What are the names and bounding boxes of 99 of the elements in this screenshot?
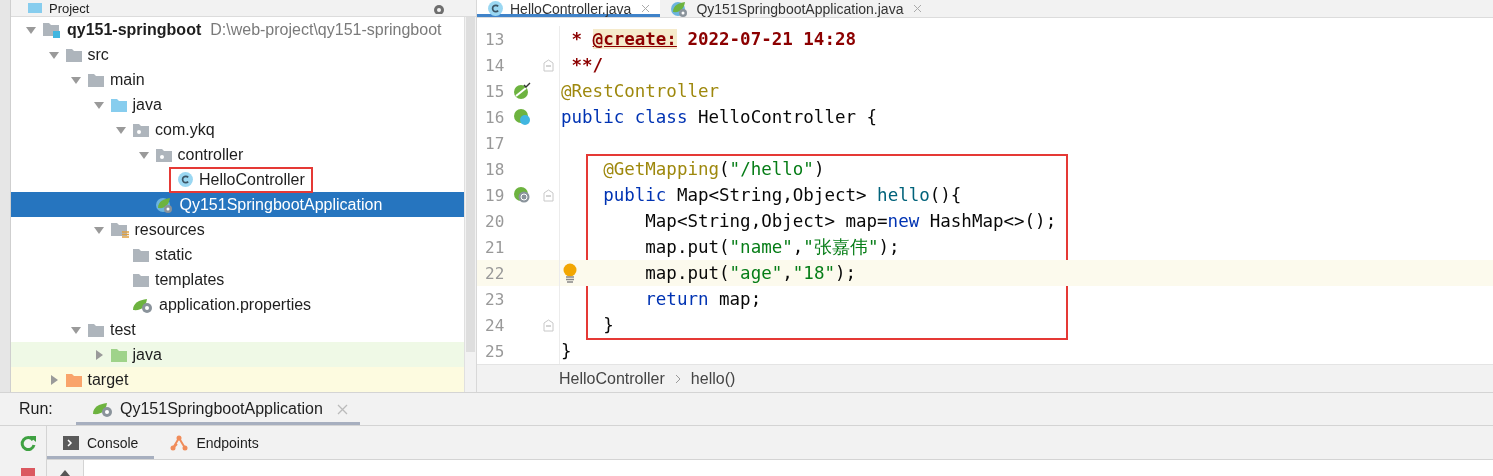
tree-label: resources <box>134 220 205 239</box>
folder-icon <box>87 71 105 88</box>
lightbulb-icon[interactable] <box>563 263 577 283</box>
fold-icon[interactable] <box>542 58 554 72</box>
globe-icon[interactable] <box>513 186 531 204</box>
tree-row[interactable]: static <box>11 242 464 267</box>
tree-label: qy151-springboot <box>67 20 202 39</box>
breadcrumb[interactable]: HelloController <box>559 369 665 388</box>
package-icon <box>132 121 150 138</box>
tree-label: HelloController <box>199 170 305 189</box>
editor-tab[interactable]: Qy151SpringbootApplication.java <box>660 0 933 17</box>
tree-row[interactable]: qy151-springboot D:\web-project\qy151-springboot <box>11 17 464 42</box>
run-tab[interactable]: Console <box>47 426 155 459</box>
scrollbar-thumb[interactable] <box>466 17 475 352</box>
caret-up-icon[interactable] <box>59 469 71 476</box>
line-number: 23 <box>484 289 506 309</box>
run-config-tab[interactable]: Qy151SpringbootApplication <box>76 393 360 425</box>
panel-title: Project <box>49 0 90 16</box>
tree-label: controller <box>177 145 244 164</box>
breadcrumb[interactable]: hello() <box>690 369 736 388</box>
line-number: 15 <box>484 81 506 101</box>
line-number: 22 <box>484 263 506 283</box>
tree-row[interactable]: src <box>11 42 464 67</box>
close-icon[interactable] <box>336 403 348 415</box>
tree-label: target <box>87 370 129 389</box>
path-hint: D:\web-project\qy151-springboot <box>210 20 442 39</box>
tree-row[interactable]: application.properties <box>11 292 464 317</box>
tree-row[interactable]: resources <box>11 217 464 242</box>
line-number: 21 <box>484 237 506 257</box>
code-line: map.put("age","18"); <box>644 263 857 283</box>
chevron-icon <box>674 373 681 384</box>
line-number: 17 <box>484 133 506 153</box>
tree-row[interactable]: test <box>11 317 464 342</box>
code-line: @GetMapping("/hello") <box>602 159 825 179</box>
line-number: 20 <box>484 211 506 231</box>
run-tab[interactable]: Endpoints <box>154 426 275 459</box>
tree-label: Qy151SpringbootApplication <box>179 195 383 214</box>
tree-label: templates <box>155 270 225 289</box>
folder-icon <box>87 321 105 338</box>
tree-label: test <box>110 320 136 339</box>
code-line: public class HelloController { <box>560 107 878 127</box>
tree-row[interactable]: java <box>11 342 464 367</box>
line-number: 14 <box>484 55 506 75</box>
tree-row[interactable]: target <box>11 367 464 392</box>
code-line: public Map<String,Object> hello(){ <box>602 185 962 205</box>
tree-label: com.ykq <box>155 120 215 139</box>
tree-label: java <box>132 95 162 114</box>
gear-icon[interactable] <box>432 2 446 14</box>
code-line: return map; <box>644 289 762 309</box>
spring-app-icon <box>154 195 175 214</box>
line-number: 16 <box>484 107 506 127</box>
tree-label: main <box>110 70 145 89</box>
line-number: 19 <box>484 185 506 205</box>
fold-icon[interactable] <box>542 188 554 202</box>
tree-label: application.properties <box>159 295 312 314</box>
class-icon <box>177 171 194 188</box>
run-label: Run: <box>19 400 54 418</box>
tree-row[interactable]: controller <box>11 142 464 167</box>
tree-row[interactable]: java <box>11 92 464 117</box>
module-folder-icon <box>42 20 62 39</box>
code-line: map.put("name","张嘉伟"); <box>644 236 900 259</box>
package-icon <box>154 146 173 163</box>
folder-icon <box>64 371 83 388</box>
code-line: Map<String,Object> map=new HashMap<>(); <box>644 211 1057 231</box>
fold-icon[interactable] <box>542 318 554 332</box>
close-icon[interactable] <box>641 4 651 13</box>
bean-icon[interactable] <box>513 82 531 100</box>
editor-tab[interactable]: HelloController.java <box>477 0 661 17</box>
tree-row[interactable]: main <box>11 67 464 92</box>
bean-icon[interactable] <box>513 108 531 126</box>
tree-label: static <box>155 245 193 264</box>
folder-icon <box>27 2 43 14</box>
code-line: } <box>602 315 614 335</box>
code-line: @RestController <box>560 81 720 101</box>
class-icon <box>487 0 504 17</box>
folder-icon <box>109 346 128 363</box>
folder-icon <box>132 246 150 263</box>
tree-label: src <box>87 45 109 64</box>
tree-row[interactable]: Qy151SpringbootApplication <box>11 192 464 217</box>
line-number: 13 <box>484 29 506 49</box>
tree-row[interactable]: com.ykq <box>11 117 464 142</box>
rerun-icon[interactable] <box>19 434 37 452</box>
endpoints-icon <box>170 434 189 451</box>
code-line: } <box>560 341 572 361</box>
code-line: **/ <box>570 55 604 75</box>
line-number: 18 <box>484 159 506 179</box>
code-line: * @create: 2022-07-21 14:28 <box>570 29 857 49</box>
folder-icon <box>132 271 150 288</box>
tree-label: java <box>132 345 162 364</box>
line-number: 24 <box>484 315 506 335</box>
tree-row[interactable]: HelloController <box>11 167 464 192</box>
spring-leaf-icon <box>92 400 114 418</box>
line-number: 25 <box>484 341 506 361</box>
tree-row[interactable]: templates <box>11 267 464 292</box>
close-icon[interactable] <box>913 4 923 13</box>
resources-folder-icon <box>109 220 130 239</box>
folder-icon <box>64 46 83 63</box>
folder-icon <box>109 96 128 113</box>
console-icon <box>63 435 79 450</box>
